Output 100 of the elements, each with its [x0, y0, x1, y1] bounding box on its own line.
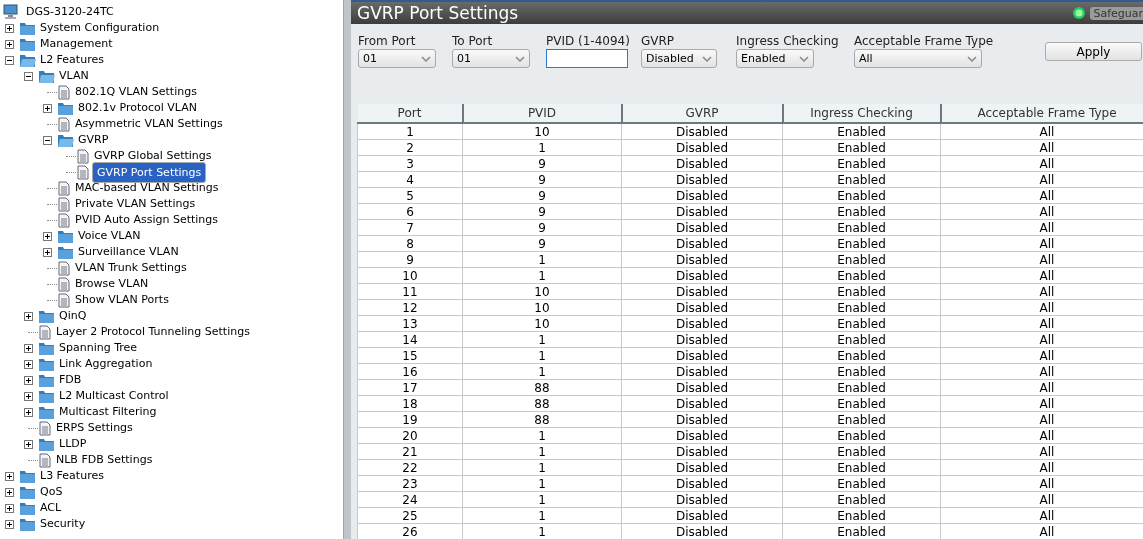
tree-item[interactable]: MAC-based VLAN Settings: [73, 181, 221, 195]
folder-icon: [57, 228, 74, 244]
open-folder-icon: [57, 132, 74, 148]
expand-icon[interactable]: [24, 439, 33, 449]
safeguard-label: Safeguar: [1090, 6, 1143, 20]
field-label: PVID (1-4094): [546, 34, 631, 48]
document-icon: [57, 116, 71, 132]
folder-icon: [38, 436, 55, 452]
document-icon: [76, 148, 90, 164]
pvid-input[interactable]: [546, 49, 628, 68]
folder-icon: [38, 340, 55, 356]
tree-item[interactable]: Browse VLAN: [73, 277, 151, 291]
caret-icon: [421, 55, 431, 62]
expand-icon[interactable]: [24, 391, 33, 401]
expand-icon[interactable]: [24, 343, 33, 353]
tree-item[interactable]: Surveillance VLAN: [76, 245, 181, 259]
document-icon: [57, 260, 71, 276]
tree-item[interactable]: Layer 2 Protocol Tunneling Settings: [54, 325, 252, 339]
tree-item[interactable]: ERPS Settings: [54, 421, 135, 435]
status-light-icon: [1072, 6, 1087, 20]
open-folder-icon: [19, 52, 36, 68]
tree-item[interactable]: Asymmetric VLAN Settings: [73, 117, 225, 131]
expand-icon[interactable]: [24, 375, 33, 385]
field-label: From Port: [358, 34, 417, 48]
tree-item[interactable]: Link Aggregation: [57, 357, 155, 371]
field-label: To Port: [452, 34, 494, 48]
dropdown[interactable]: 01: [452, 49, 530, 68]
tree-item[interactable]: Management: [38, 37, 115, 51]
document-icon: [57, 276, 71, 292]
dropdown[interactable]: All: [854, 49, 982, 68]
caret-icon: [967, 55, 977, 62]
tree-item[interactable]: LLDP: [57, 437, 89, 451]
column-header: Acceptable Frame Type: [977, 106, 1117, 120]
collapse-icon[interactable]: [24, 71, 33, 81]
document-icon: [57, 180, 71, 196]
tree-item[interactable]: GVRP Port Settings: [92, 161, 207, 183]
tree-item[interactable]: QoS: [38, 485, 65, 499]
tree-item[interactable]: VLAN Trunk Settings: [73, 261, 189, 275]
document-icon: [57, 212, 71, 228]
tree-item[interactable]: Multicast Filtering: [57, 405, 159, 419]
collapse-icon[interactable]: [43, 135, 52, 145]
expand-icon[interactable]: [43, 247, 52, 257]
tree-item[interactable]: VLAN: [57, 69, 91, 83]
column-header: Ingress Checking: [810, 106, 913, 120]
tree-item[interactable]: L2 Features: [38, 53, 106, 67]
tree-item[interactable]: FDB: [57, 373, 84, 387]
expand-icon[interactable]: [24, 311, 33, 321]
tree-item[interactable]: Show VLAN Ports: [73, 293, 171, 307]
computer-icon: [3, 4, 19, 20]
document-icon: [57, 292, 71, 308]
dropdown[interactable]: 01: [358, 49, 436, 68]
caret-icon: [799, 55, 809, 62]
collapse-icon[interactable]: [5, 55, 14, 65]
page-title: GVRP Port Settings: [357, 3, 519, 23]
tree-item[interactable]: 802.1Q VLAN Settings: [73, 85, 199, 99]
expand-icon[interactable]: [5, 487, 14, 497]
open-folder-icon: [38, 68, 55, 84]
tree-root-label[interactable]: DGS-3120-24TC: [24, 5, 116, 19]
tree-item[interactable]: Voice VLAN: [76, 229, 143, 243]
expand-icon[interactable]: [5, 471, 14, 481]
expand-icon[interactable]: [43, 103, 52, 113]
tree-item[interactable]: Private VLAN Settings: [73, 197, 198, 211]
folder-icon: [57, 100, 74, 116]
apply-button[interactable]: Apply: [1045, 42, 1142, 61]
folder-icon: [19, 468, 36, 484]
tree-item[interactable]: ACL: [38, 501, 64, 515]
tree-item[interactable]: L2 Multicast Control: [57, 389, 171, 403]
folder-icon: [19, 36, 36, 52]
folder-icon: [38, 308, 55, 324]
folder-icon: [38, 372, 55, 388]
expand-icon[interactable]: [43, 231, 52, 241]
document-icon: [38, 324, 52, 340]
expand-icon[interactable]: [24, 407, 33, 417]
caret-icon: [515, 55, 525, 62]
tree-item[interactable]: L3 Features: [38, 469, 106, 483]
dropdown[interactable]: Enabled: [736, 49, 814, 68]
document-icon: [57, 196, 71, 212]
tree-item[interactable]: NLB FDB Settings: [54, 453, 155, 467]
tree-item[interactable]: 802.1v Protocol VLAN: [76, 101, 199, 115]
expand-icon[interactable]: [5, 23, 14, 33]
document-icon: [38, 420, 52, 436]
tree-item[interactable]: GVRP: [76, 133, 111, 147]
document-icon: [76, 164, 90, 180]
field-label: Ingress Checking: [736, 34, 840, 48]
folder-icon: [57, 244, 74, 260]
dropdown[interactable]: Disabled: [641, 49, 717, 68]
expand-icon[interactable]: [5, 39, 14, 49]
tree-item[interactable]: QinQ: [57, 309, 89, 323]
field-label: GVRP: [641, 34, 676, 48]
folder-icon: [38, 404, 55, 420]
expand-icon[interactable]: [5, 519, 14, 529]
expand-icon[interactable]: [24, 359, 33, 369]
expand-icon[interactable]: [5, 503, 14, 513]
tree-item[interactable]: Spanning Tree: [57, 341, 140, 355]
folder-icon: [38, 356, 55, 372]
tree-item[interactable]: System Configuration: [38, 21, 162, 35]
tree-item[interactable]: Security: [38, 517, 88, 531]
tree-item[interactable]: PVID Auto Assign Settings: [73, 213, 221, 227]
tree-item[interactable]: GVRP Global Settings: [92, 149, 214, 163]
folder-icon: [19, 20, 36, 36]
